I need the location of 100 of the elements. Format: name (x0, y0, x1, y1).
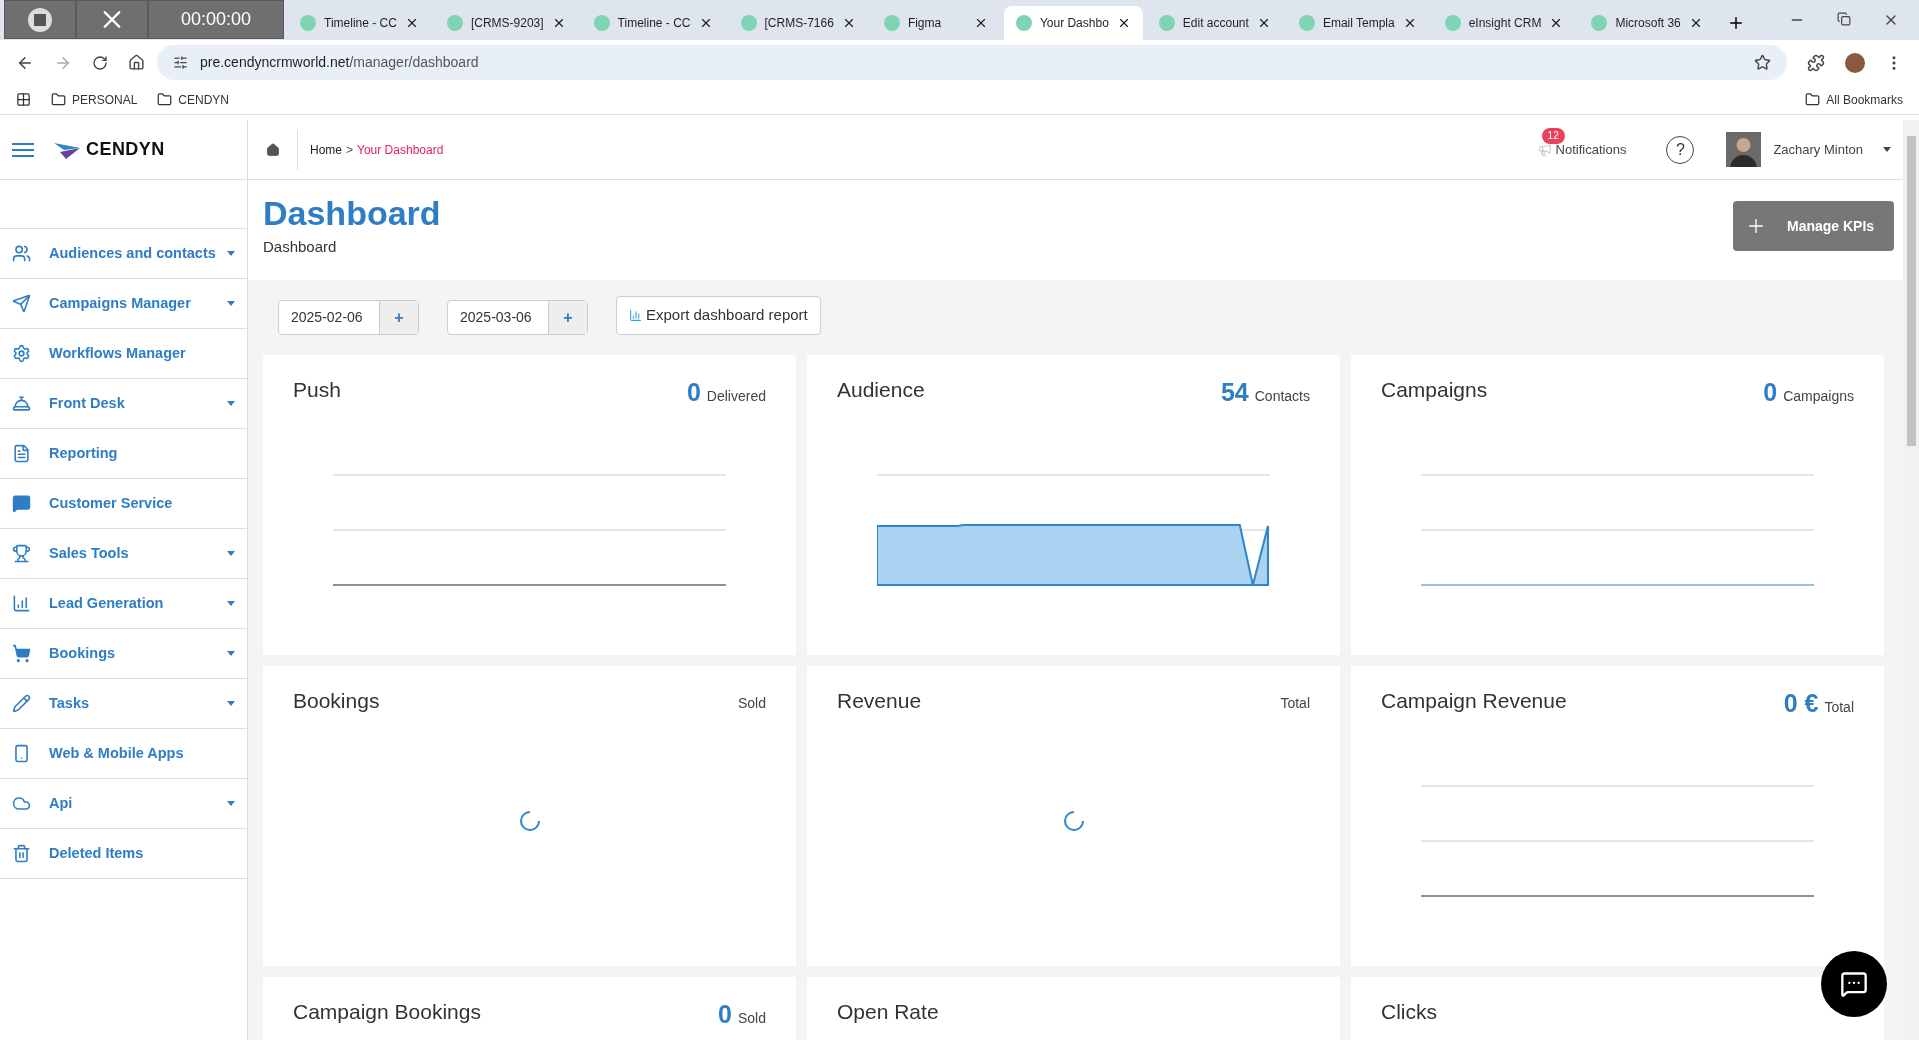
browser-tab[interactable]: Your Dashbo (1003, 6, 1143, 40)
sidebar-item[interactable]: Audiences and contacts (0, 229, 247, 279)
folder-icon (1805, 92, 1821, 107)
breadcrumb-link[interactable]: Home (310, 142, 342, 157)
menu-icon[interactable] (12, 142, 34, 157)
bookmark-folder[interactable]: PERSONAL (51, 90, 138, 109)
card-title: Campaigns (1381, 377, 1488, 403)
sidebar-item[interactable]: Bookings (0, 629, 247, 679)
tab-title: Your Dashbo (1039, 15, 1109, 32)
sidebar-item[interactable]: Front Desk (0, 379, 247, 429)
card-title: Push (293, 377, 341, 403)
breadcrumb-separator: > (346, 142, 354, 157)
page-title: Dashboard (263, 193, 441, 234)
tab-title: Timeline - CC (617, 15, 691, 32)
export-report-button[interactable]: Export dashboard report (616, 296, 821, 335)
tab-favicon-icon (446, 15, 463, 31)
logo-text: CENDYN (86, 138, 165, 161)
scrollbar-thumb[interactable] (1906, 136, 1916, 446)
kpi-value: 0 (1763, 377, 1778, 408)
bar-chart-icon (12, 594, 31, 613)
card-title: Campaign Bookings (293, 999, 481, 1025)
loading-spinner-icon (1062, 810, 1085, 833)
tab-title: Microsoft 36 (1615, 15, 1681, 32)
kpi-unit: Delivered (706, 387, 766, 406)
tab-favicon-icon (1158, 15, 1175, 31)
tab-favicon-icon (1444, 15, 1461, 31)
kpi-unit: Total (1824, 698, 1854, 717)
user-name[interactable]: Zachary Minton (1773, 139, 1863, 160)
reload-icon[interactable] (92, 54, 108, 71)
folder-icon (51, 92, 66, 107)
tab-favicon-icon (1015, 15, 1032, 31)
tab-favicon-icon (740, 15, 757, 31)
card-title: Open Rate (837, 999, 939, 1025)
stop-icon[interactable] (5, 1, 75, 38)
sidebar-item[interactable]: Customer Service (0, 479, 247, 529)
address-bar[interactable]: pre.cendyncrmworld.net/manager/dashboard (157, 45, 1787, 80)
tab-favicon-icon (593, 15, 610, 31)
profile-avatar-icon[interactable] (1845, 52, 1865, 73)
kpi-unit: Sold (737, 694, 766, 713)
sidebar-item[interactable]: Reporting (0, 429, 247, 479)
bookmark-folder[interactable]: All Bookmarks (1805, 90, 1903, 109)
tab-title: Email Templa (1322, 15, 1395, 32)
sidebar-item[interactable]: Api (0, 779, 247, 829)
caret-icon (1883, 147, 1891, 152)
extensions-icon[interactable] (1807, 53, 1825, 72)
trash-icon (12, 844, 31, 863)
tab-favicon-icon (1591, 15, 1608, 31)
tab-title: [CRMS-7166 (764, 15, 834, 32)
site-info-icon[interactable] (173, 55, 188, 70)
tab-title: eInsight CRM (1468, 15, 1542, 32)
home-icon[interactable] (265, 142, 280, 157)
sidebar-item[interactable]: Tasks (0, 679, 247, 729)
restore-icon[interactable] (1837, 12, 1851, 26)
kpi-unit: Campaigns (1783, 387, 1854, 406)
browser-tab[interactable]: Microsoft 36 (1579, 6, 1715, 40)
page-subtitle: Dashboard (263, 237, 337, 255)
card-title: Audience (837, 377, 925, 403)
sidebar-item[interactable]: Workflows Manager (0, 329, 247, 379)
bar-chart-icon (629, 309, 642, 322)
tab-title: Edit account (1182, 15, 1249, 32)
document-icon (12, 444, 31, 463)
tab-favicon-icon (1298, 15, 1315, 31)
kpi-value: 0 (686, 377, 701, 408)
cart-icon (12, 644, 31, 663)
sidebar-item[interactable]: Campaigns Manager (0, 279, 247, 329)
browser-tab[interactable]: Timeline - CC (288, 6, 431, 40)
kpi-unit: Sold (737, 1009, 766, 1028)
tab-favicon-icon (883, 15, 900, 31)
cloud-icon (12, 794, 31, 813)
browser-tab[interactable]: Timeline - CC (581, 6, 725, 40)
bell-icon (12, 394, 31, 413)
megaphone-icon[interactable] (1537, 142, 1552, 157)
bookmark-star-icon[interactable] (1754, 54, 1771, 71)
browser-tab[interactable]: [CRMS-9203] (434, 6, 578, 40)
tab-title: [CRMS-9203] (470, 15, 544, 32)
browser-tab[interactable]: Email Templa (1286, 6, 1429, 40)
recording-timer: 00:00:00 (149, 1, 283, 38)
sidebar-item[interactable]: Sales Tools (0, 529, 247, 579)
browser-tab[interactable]: eInsight CRM (1432, 6, 1576, 40)
pencil-icon (12, 694, 31, 713)
bookmark-folder[interactable]: CENDYN (157, 90, 230, 109)
home-icon[interactable] (128, 54, 145, 71)
manage-kpis-button[interactable]: Manage KPIs (1733, 201, 1894, 251)
browser-tab[interactable]: [CRMS-7166 (728, 6, 868, 40)
gear-icon (12, 344, 31, 363)
sidebar-item[interactable]: Web & Mobile Apps (0, 729, 247, 779)
sidebar-item[interactable]: Deleted Items (0, 829, 247, 879)
kpi-value: 54 (1220, 377, 1249, 408)
tab-title: Timeline - CC (324, 15, 397, 32)
browser-tab[interactable]: Figma (871, 6, 1000, 40)
breadcrumb-current: Your Dashboard (357, 142, 444, 157)
browser-tab[interactable]: Edit account (1146, 6, 1283, 40)
folder-icon (157, 92, 173, 107)
kpi-value: 0 € (1783, 688, 1819, 719)
notification-count-badge: 12 (1541, 127, 1565, 144)
loading-spinner-icon (518, 810, 541, 833)
kpi-unit: Contacts (1254, 387, 1310, 406)
card-title: Clicks (1381, 999, 1437, 1025)
apps-icon[interactable] (16, 92, 31, 107)
sidebar-item[interactable]: Lead Generation (0, 579, 247, 629)
